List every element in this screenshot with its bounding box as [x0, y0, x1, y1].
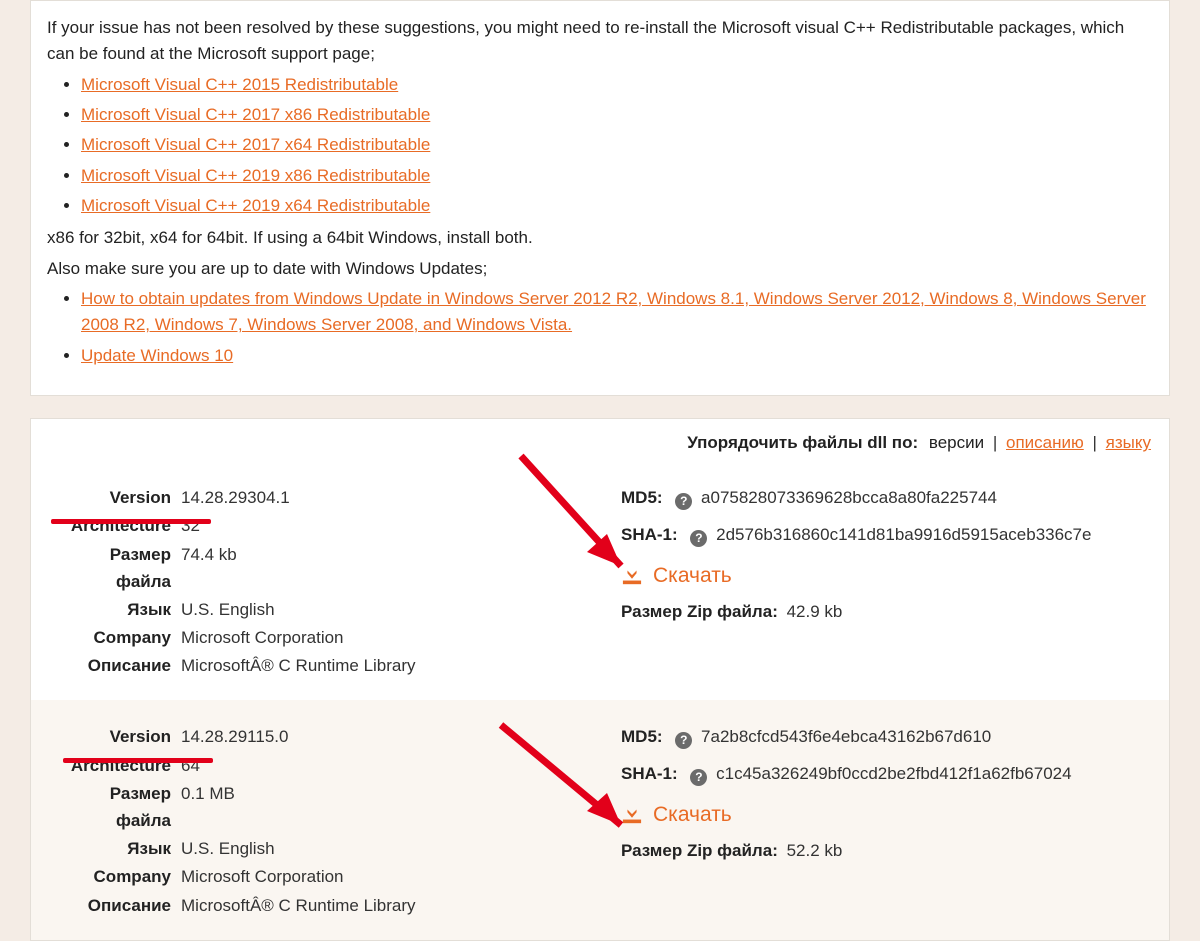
- md5-row: MD5: ? 7a2b8cfcd543f6e4ebca43162b67d610: [621, 723, 1149, 752]
- spec-val-lang: U.S. English: [181, 835, 591, 862]
- sort-selected: версии: [929, 433, 984, 452]
- sha1-label: SHA-1:: [621, 764, 678, 783]
- help-icon[interactable]: ?: [675, 732, 692, 749]
- zip-size-value: 42.9 kb: [787, 602, 843, 621]
- update-link-list: How to obtain updates from Windows Updat…: [47, 286, 1153, 369]
- download-label: Скачать: [653, 803, 732, 827]
- redist-link[interactable]: Microsoft Visual C++ 2019 x86 Redistribu…: [81, 166, 430, 185]
- zip-size-label: Размер Zip файла:: [621, 602, 778, 621]
- md5-label: MD5:: [621, 727, 663, 746]
- spec-key-version: Version: [51, 723, 181, 750]
- download-icon: [621, 566, 643, 586]
- spec-key-desc: Описание: [51, 652, 181, 679]
- spec-key-lang: Язык: [51, 596, 181, 623]
- download-button[interactable]: Скачать: [621, 803, 732, 827]
- sort-bar: Упорядочить файлы dll по: версии | описа…: [31, 419, 1169, 461]
- spec-val-desc: MicrosoftÂ® C Runtime Library: [181, 652, 591, 679]
- spec-val-company: Microsoft Corporation: [181, 863, 591, 890]
- spec-val-filesize: 74.4 kb: [181, 541, 591, 595]
- sort-by-description[interactable]: описанию: [1006, 433, 1084, 452]
- spec-key-filesize: Размер файла: [51, 780, 181, 834]
- download-label: Скачать: [653, 564, 732, 588]
- file-meta: MD5: ? 7a2b8cfcd543f6e4ebca43162b67d610 …: [591, 722, 1149, 919]
- bitness-note: x86 for 32bit, x64 for 64bit. If using a…: [47, 225, 1153, 251]
- md5-row: MD5: ? a075828073369628bcca8a80fa225744: [621, 484, 1149, 513]
- spec-key-lang: Язык: [51, 835, 181, 862]
- sha1-row: SHA-1: ? 2d576b316860c141d81ba9916d5915a…: [621, 521, 1149, 550]
- article-body: If your issue has not been resolved by t…: [31, 1, 1169, 395]
- article-card: If your issue has not been resolved by t…: [30, 0, 1170, 396]
- redist-link[interactable]: Microsoft Visual C++ 2017 x64 Redistribu…: [81, 135, 430, 154]
- file-row: Version14.28.29115.0 Architecture64 Разм…: [31, 700, 1169, 939]
- zip-size-label: Размер Zip файла:: [621, 841, 778, 860]
- spec-val-arch: 32: [181, 512, 591, 539]
- update-link[interactable]: How to obtain updates from Windows Updat…: [81, 289, 1146, 334]
- md5-value: 7a2b8cfcd543f6e4ebca43162b67d610: [701, 727, 991, 746]
- zip-size-row: Размер Zip файла: 42.9 kb: [621, 602, 1149, 622]
- sha1-value: 2d576b316860c141d81ba9916d5915aceb336c7e: [716, 525, 1091, 544]
- redist-link-list: Microsoft Visual C++ 2015 Redistributabl…: [47, 72, 1153, 220]
- spec-key-company: Company: [51, 624, 181, 651]
- zip-size-row: Размер Zip файла: 52.2 kb: [621, 841, 1149, 861]
- sha1-label: SHA-1:: [621, 525, 678, 544]
- spec-val-version: 14.28.29304.1: [181, 484, 591, 511]
- annotation-underline: [51, 519, 211, 524]
- intro-text: If your issue has not been resolved by t…: [47, 15, 1153, 68]
- file-specs: Version14.28.29115.0 Architecture64 Разм…: [51, 722, 591, 919]
- files-card: Упорядочить файлы dll по: версии | описа…: [30, 418, 1170, 941]
- download-button[interactable]: Скачать: [621, 564, 732, 588]
- updates-note: Also make sure you are up to date with W…: [47, 256, 1153, 282]
- spec-key-arch: Architecture: [51, 512, 181, 539]
- download-icon: [621, 805, 643, 825]
- zip-size-value: 52.2 kb: [787, 841, 843, 860]
- help-icon[interactable]: ?: [675, 493, 692, 510]
- sha1-row: SHA-1: ? c1c45a326249bf0ccd2be2fbd412f1a…: [621, 760, 1149, 789]
- spec-val-version: 14.28.29115.0: [181, 723, 591, 750]
- file-meta: MD5: ? a075828073369628bcca8a80fa225744 …: [591, 483, 1149, 680]
- spec-key-company: Company: [51, 863, 181, 890]
- spec-val-lang: U.S. English: [181, 596, 591, 623]
- update-link[interactable]: Update Windows 10: [81, 346, 233, 365]
- annotation-underline: [63, 758, 213, 763]
- redist-link[interactable]: Microsoft Visual C++ 2019 x64 Redistribu…: [81, 196, 430, 215]
- md5-label: MD5:: [621, 488, 663, 507]
- spec-key-filesize: Размер файла: [51, 541, 181, 595]
- file-row: Version14.28.29304.1 Architecture32 Разм…: [31, 461, 1169, 700]
- spec-key-arch: Architecture: [51, 752, 181, 779]
- spec-val-arch: 64: [181, 752, 591, 779]
- spec-val-desc: MicrosoftÂ® C Runtime Library: [181, 892, 591, 919]
- help-icon[interactable]: ?: [690, 530, 707, 547]
- spec-key-version: Version: [51, 484, 181, 511]
- sort-by-language[interactable]: языку: [1106, 433, 1151, 452]
- sha1-value: c1c45a326249bf0ccd2be2fbd412f1a62fb67024: [716, 764, 1071, 783]
- file-specs: Version14.28.29304.1 Architecture32 Разм…: [51, 483, 591, 680]
- help-icon[interactable]: ?: [690, 769, 707, 786]
- md5-value: a075828073369628bcca8a80fa225744: [701, 488, 997, 507]
- sort-label: Упорядочить файлы dll по:: [687, 433, 918, 452]
- redist-link[interactable]: Microsoft Visual C++ 2017 x86 Redistribu…: [81, 105, 430, 124]
- spec-key-desc: Описание: [51, 892, 181, 919]
- redist-link[interactable]: Microsoft Visual C++ 2015 Redistributabl…: [81, 75, 398, 94]
- spec-val-filesize: 0.1 MB: [181, 780, 591, 834]
- spec-val-company: Microsoft Corporation: [181, 624, 591, 651]
